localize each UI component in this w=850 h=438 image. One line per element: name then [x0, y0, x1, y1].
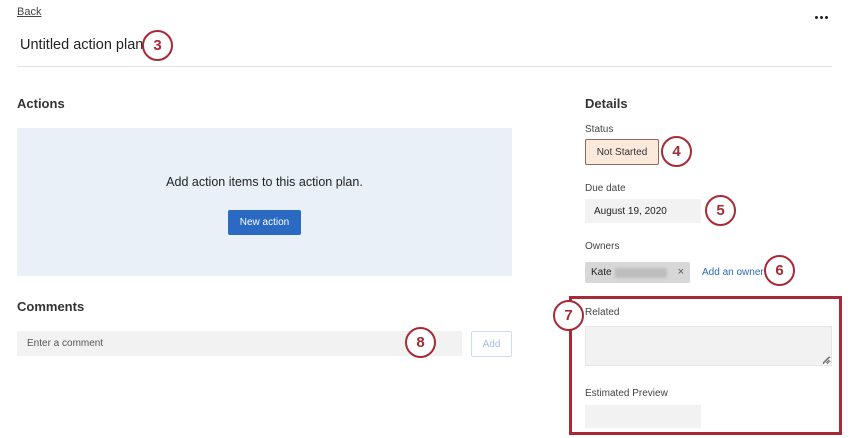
highlight-box	[569, 296, 842, 435]
actions-heading: Actions	[17, 96, 65, 111]
actions-empty-panel	[17, 128, 512, 276]
callout-8: 8	[405, 327, 436, 358]
back-link[interactable]: Back	[17, 6, 41, 18]
actions-empty-message: Add action items to this action plan.	[166, 175, 363, 189]
owner-chip: Kate ×	[585, 262, 690, 283]
new-action-button[interactable]: New action	[228, 210, 301, 235]
owners-label: Owners	[585, 241, 620, 252]
owner-surname-redacted	[614, 267, 667, 278]
comments-heading: Comments	[17, 299, 85, 314]
more-horizontal-icon[interactable]	[812, 8, 830, 26]
due-date-label: Due date	[585, 183, 626, 194]
callout-7: 7	[553, 300, 584, 331]
status-label: Status	[585, 124, 614, 135]
owner-name: Kate	[591, 267, 612, 278]
header-divider	[17, 66, 832, 67]
page-title[interactable]: Untitled action plan	[20, 37, 143, 53]
callout-5: 5	[705, 195, 736, 226]
due-date-field[interactable]: August 19, 2020	[585, 199, 701, 223]
details-heading: Details	[585, 96, 628, 111]
add-comment-button[interactable]: Add	[471, 331, 512, 357]
comment-input[interactable]	[17, 331, 462, 356]
remove-owner-icon[interactable]: ×	[678, 266, 684, 278]
add-owner-link[interactable]: Add an owner	[702, 267, 764, 278]
status-dropdown[interactable]: Not Started	[585, 139, 659, 165]
callout-6: 6	[764, 255, 795, 286]
callout-4: 4	[661, 136, 692, 167]
callout-3: 3	[142, 30, 173, 61]
